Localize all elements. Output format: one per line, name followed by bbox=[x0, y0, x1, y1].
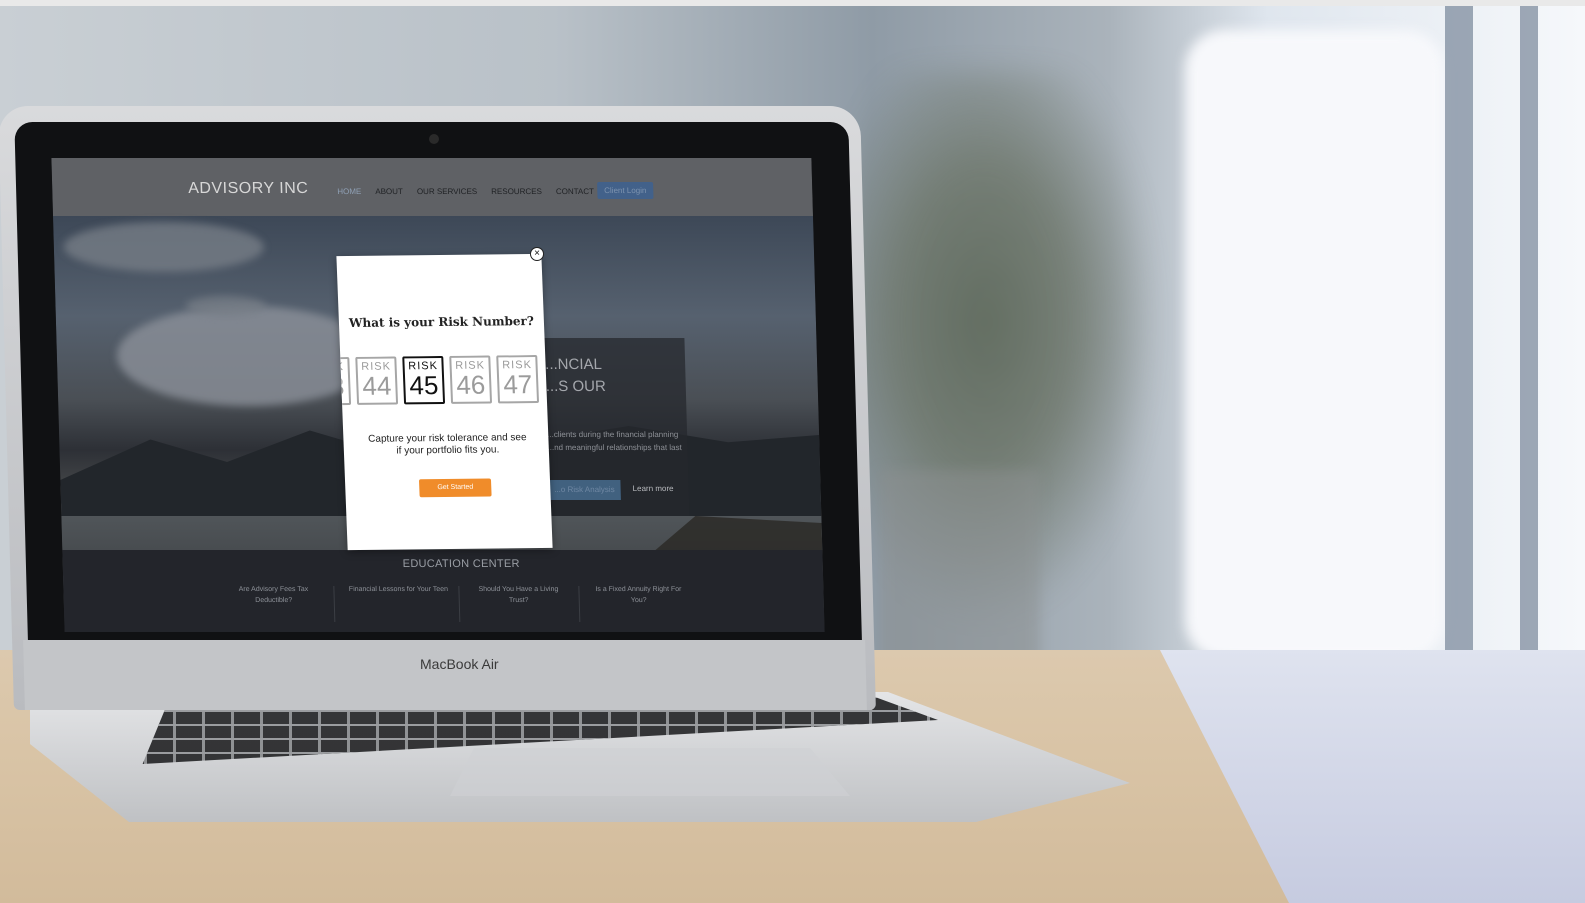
nav-home[interactable]: HOME bbox=[337, 187, 361, 196]
education-title: EDUCATION CENTER bbox=[402, 558, 520, 570]
learn-more-link[interactable]: Learn more bbox=[632, 484, 673, 493]
education-center: EDUCATION CENTER Are Advisory Fees Tax D… bbox=[62, 550, 825, 632]
hero-text: ...clients during the financial planning… bbox=[546, 430, 682, 452]
modal-description: Capture your risk tolerance and see if y… bbox=[367, 432, 527, 457]
risk-tile[interactable]: RISK 46 bbox=[449, 355, 493, 404]
risk-tile-number: 45 bbox=[408, 370, 439, 401]
laptop-chin bbox=[23, 640, 867, 710]
nav-contact[interactable]: CONTACT bbox=[556, 187, 594, 196]
risk-tile[interactable]: RISK 47 bbox=[496, 355, 540, 404]
risk-track: RISK 43 RISK 44 RISK 45 RISK 46 RISK 47 bbox=[340, 355, 540, 406]
hero-text-box: ...NCIAL ...S OUR ...clients during the … bbox=[536, 338, 690, 516]
nav-about[interactable]: ABOUT bbox=[375, 187, 403, 196]
risk-analysis-button[interactable]: ...o Risk Analysis bbox=[540, 480, 621, 500]
education-item[interactable]: Is a Fixed Annuity Right For You? bbox=[588, 584, 689, 606]
device-brand-label: MacBook Air bbox=[420, 656, 499, 672]
nav-our-services[interactable]: OUR SERVICES bbox=[417, 187, 478, 196]
site-nav: HOME ABOUT OUR SERVICES RESOURCES CONTAC… bbox=[337, 187, 594, 196]
risk-tile-number: 47 bbox=[502, 369, 533, 400]
risk-tile[interactable]: RISK 45 bbox=[402, 355, 446, 405]
photo-scene: MacBook Air ADVISORY INC HOME ABOUT OUR … bbox=[0, 0, 1585, 903]
risk-tile[interactable]: RISK 43 bbox=[340, 356, 352, 406]
hero-title: ...NCIAL ...S OUR bbox=[544, 356, 607, 395]
education-item[interactable]: Should You Have a Living Trust? bbox=[468, 584, 569, 606]
get-started-button[interactable]: Get Started bbox=[418, 478, 492, 498]
window-frame-left bbox=[1445, 6, 1473, 706]
risk-tile[interactable]: RISK 44 bbox=[355, 356, 399, 405]
risk-tile-number: 46 bbox=[455, 369, 486, 400]
site-header: ADVISORY INC HOME ABOUT OUR SERVICES RES… bbox=[51, 158, 814, 216]
camera-icon bbox=[429, 134, 439, 144]
window-light bbox=[1185, 30, 1445, 660]
risk-tile-number: 44 bbox=[361, 370, 392, 401]
risk-number-modal: What is your Risk Number? RISK 43 RISK 44 RI… bbox=[336, 253, 553, 551]
site-logo[interactable]: ADVISORY INC bbox=[188, 180, 309, 198]
laptop-trackpad bbox=[450, 748, 850, 796]
nav-resources[interactable]: RESOURCES bbox=[491, 187, 542, 196]
cloud-shape bbox=[185, 296, 266, 316]
risk-number-carousel[interactable]: RISK 43 RISK 44 RISK 45 RISK 46 RISK 47 bbox=[340, 355, 547, 409]
modal-title: What is your Risk Number? bbox=[348, 314, 535, 330]
close-icon[interactable]: × bbox=[530, 247, 544, 261]
window-frame-right bbox=[1520, 6, 1538, 706]
divider bbox=[333, 586, 336, 622]
cloud-shape bbox=[63, 222, 265, 272]
plant-pot bbox=[880, 470, 1040, 670]
risk-tile-number: 43 bbox=[340, 371, 345, 402]
client-login-button[interactable]: Client Login bbox=[597, 182, 654, 199]
education-item[interactable]: Financial Lessons for Your Teen bbox=[348, 584, 448, 595]
education-item[interactable]: Are Advisory Fees Tax Deductible? bbox=[223, 584, 324, 606]
divider bbox=[458, 586, 461, 622]
divider bbox=[578, 586, 581, 622]
